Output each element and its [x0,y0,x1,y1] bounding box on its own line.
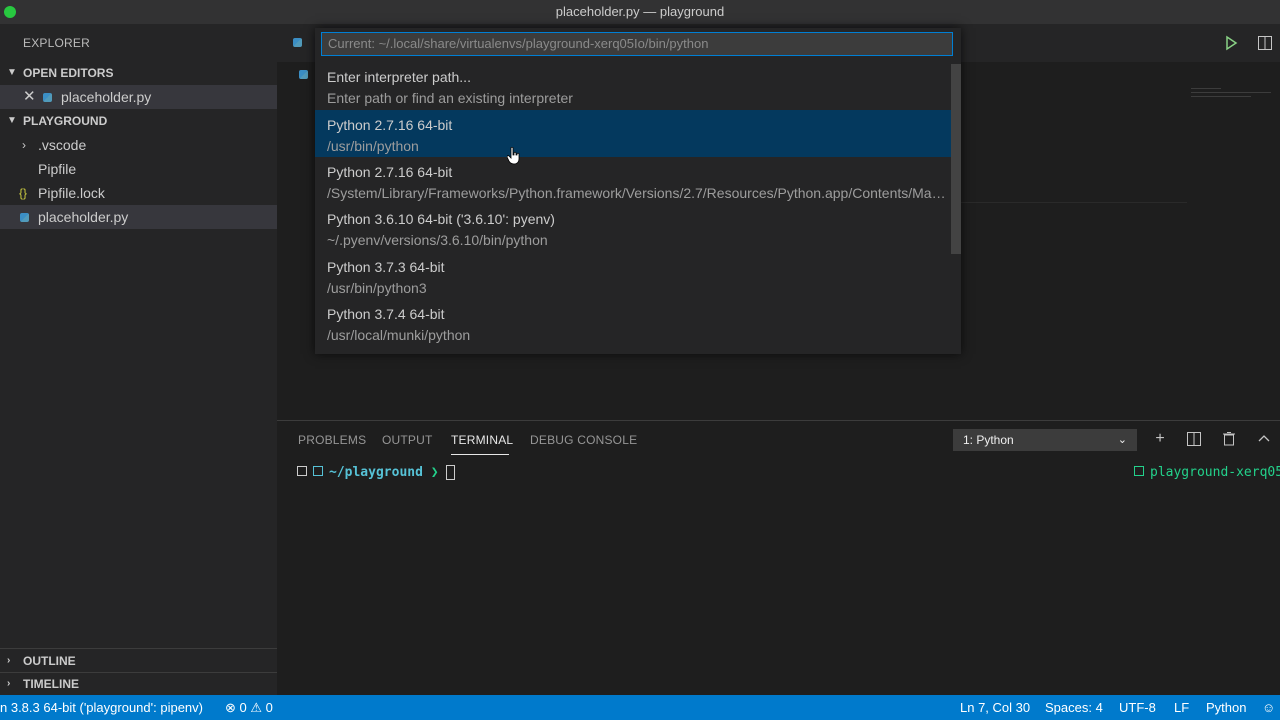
open-editor-item[interactable]: ✕ placeholder.py [0,85,277,109]
item-description: /usr/local/munki/python [327,327,471,343]
item-description: /System/Library/Frameworks/Python.framew… [327,185,949,201]
item-label: Python 3.7.3 64-bit [327,259,445,275]
section-open-editors[interactable]: ▼ OPEN EDITORS [0,62,277,84]
interpreter-quick-pick: Current: ~/.local/share/virtualenvs/play… [315,28,961,354]
chevron-down-icon: ▼ [7,115,17,126]
minimap-line [1191,96,1251,97]
status-language[interactable]: Python [1206,695,1246,720]
chevron-right-icon: › [7,655,11,666]
quick-pick-item[interactable]: Python 3.7.4 64-bit /usr/local/munki/pyt… [315,299,951,346]
window-title: placeholder.py — playground [555,4,725,19]
terminal-prompt[interactable]: ~/playground ❯ [297,465,456,480]
quick-pick-input[interactable]: Current: ~/.local/share/virtualenvs/play… [321,32,953,56]
status-encoding[interactable]: UTF-8 [1119,695,1156,720]
tree-item-vscode[interactable]: › .vscode [0,133,277,157]
json-file-icon: {} [19,186,28,200]
terminal-path: ~/playground [329,465,423,480]
window-close-dot[interactable] [4,6,16,18]
item-label: Python 2.7.16 64-bit [327,164,453,180]
tree-item-pipfile[interactable]: Pipfile [0,157,277,181]
trash-icon[interactable] [1221,431,1237,447]
item-label: Python 3.6.10 64-bit ('3.6.10': pyenv) [327,211,555,227]
python-file-icon [293,38,302,47]
terminal-select-value: 1: Python [963,433,1014,447]
status-eol[interactable]: LF [1174,695,1189,720]
chevron-right-icon: › [22,138,26,152]
quick-pick-item[interactable]: Python 2.7.16 64-bit /System/Library/Fra… [315,157,951,204]
terminal-venv-name: playground-xerq05 [1150,465,1280,480]
tree-item-label: Pipfile.lock [38,185,105,201]
python-file-icon [43,93,52,102]
quick-pick-item[interactable]: Python 3.6.10 64-bit ('3.6.10': pyenv) ~… [315,204,951,251]
item-description: /usr/bin/python3 [327,280,427,296]
split-editor-icon[interactable] [1257,35,1273,51]
item-description: Enter path or find an existing interpret… [327,90,573,106]
active-tab-indicator [451,454,509,455]
python-file-icon [20,213,29,222]
tree-item-pipfile-lock[interactable]: {} Pipfile.lock [0,181,277,205]
terminal-cursor [446,465,456,480]
chevron-down-icon: ⌄ [1117,434,1127,446]
chevron-down-icon: ▼ [7,67,17,78]
divider [0,648,277,649]
minimap-line [1191,88,1221,89]
quick-pick-item[interactable]: Python 3.7.3 64-bit /usr/bin/python3 [315,252,951,299]
item-description: ~/.pyenv/versions/3.6.10/bin/python [327,232,548,248]
open-editor-label: placeholder.py [61,89,152,105]
square-icon [297,466,307,476]
item-label: Python 2.7.16 64-bit [327,117,453,133]
tab-terminal[interactable]: TERMINAL [451,433,513,447]
chevron-up-icon[interactable] [1256,431,1272,447]
status-problems[interactable]: ⊗ 0 ⚠ 0 [225,695,273,720]
run-icon[interactable] [1223,35,1239,51]
explorer-sidebar: EXPLORER ▼ OPEN EDITORS ✕ placeholder.py… [0,24,277,695]
split-terminal-icon[interactable] [1186,431,1202,447]
status-indentation[interactable]: Spaces: 4 [1045,695,1103,720]
item-label: Python 3.7.4 64-bit [327,306,445,322]
item-label: Enter interpreter path... [327,69,471,85]
add-terminal-icon[interactable]: + [1150,429,1170,449]
python-file-icon [299,70,308,79]
tree-item-label: .vscode [38,137,87,153]
title-bar: placeholder.py — playground [0,0,1280,24]
minimap-line [1191,92,1271,93]
quick-pick-item-active[interactable]: Python 2.7.16 64-bit /usr/bin/python [315,110,951,157]
explorer-title: EXPLORER [23,36,90,50]
error-icon: ⊗ [225,700,236,715]
section-timeline[interactable]: › TIMELINE [0,673,277,695]
tree-item-label: Pipfile [38,161,77,177]
feedback-icon[interactable]: ☺ [1262,695,1275,720]
tab-output[interactable]: OUTPUT [382,433,433,447]
tab-debug-console[interactable]: DEBUG CONSOLE [530,433,637,447]
warning-icon: ⚠ [250,700,263,715]
terminal-prompt-symbol: ❯ [430,465,439,480]
tree-item-label: placeholder.py [38,209,129,225]
status-bar: n 3.8.3 64-bit ('playground': pipenv) ⊗ … [0,695,1280,720]
quick-pick-scrollbar[interactable] [951,64,961,254]
close-icon[interactable]: ✕ [23,85,36,109]
editor-line-highlight [961,202,1187,203]
status-interpreter[interactable]: n 3.8.3 64-bit ('playground': pipenv) [0,695,203,720]
hand-cursor-icon [507,147,520,165]
tree-item-placeholder-py[interactable]: placeholder.py [0,205,277,229]
chevron-right-icon: › [7,678,11,689]
section-outline[interactable]: › OUTLINE [0,650,277,672]
section-playground[interactable]: ▼ PLAYGROUND [0,110,277,132]
venv-icon [1134,466,1144,476]
bottom-panel: PROBLEMS OUTPUT TERMINAL DEBUG CONSOLE 1… [277,420,1280,695]
terminal-select[interactable]: 1: Python ⌄ [953,429,1137,451]
terminal-right-prompt: playground-xerq05 [1134,465,1280,480]
folder-icon [313,466,323,476]
item-description: /usr/bin/python [327,138,419,154]
quick-pick-item[interactable]: Enter interpreter path... Enter path or … [315,62,951,109]
status-cursor-position[interactable]: Ln 7, Col 30 [960,695,1030,720]
tab-problems[interactable]: PROBLEMS [298,433,366,447]
